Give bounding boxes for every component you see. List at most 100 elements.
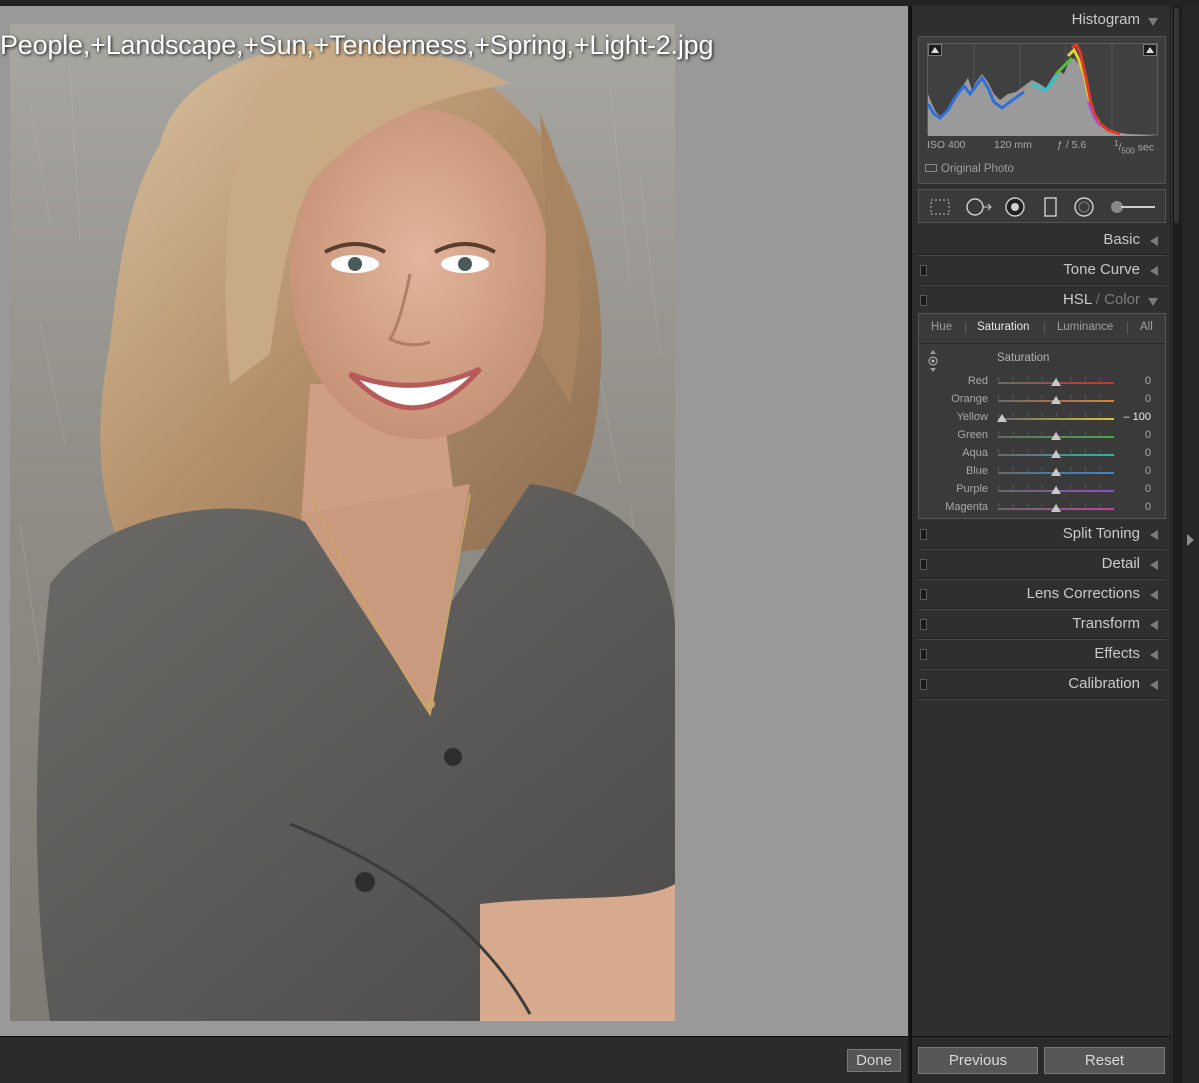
radial-filter-icon[interactable] bbox=[1073, 197, 1095, 217]
slider-value[interactable]: 0 bbox=[1145, 393, 1151, 405]
triangle-up-icon bbox=[1146, 47, 1154, 53]
panel-toggle-switch[interactable] bbox=[920, 529, 927, 540]
tone-curve-panel-header[interactable]: Tone Curve bbox=[918, 256, 1166, 286]
slider-value[interactable]: 0 bbox=[1145, 429, 1151, 441]
crop-overlay-icon[interactable] bbox=[929, 197, 951, 217]
slider-thumb[interactable] bbox=[1051, 432, 1061, 440]
expand-arrow-icon[interactable] bbox=[1150, 590, 1158, 600]
checkbox-icon[interactable] bbox=[925, 164, 937, 172]
slider-thumb[interactable] bbox=[1051, 486, 1061, 494]
right-panel-edge[interactable] bbox=[1182, 6, 1199, 1083]
done-button[interactable]: Done bbox=[847, 1049, 901, 1072]
transform-panel-header[interactable]: Transform bbox=[918, 610, 1166, 640]
tab-separator bbox=[1044, 322, 1045, 334]
histogram-title: Histogram bbox=[1071, 11, 1140, 28]
transform-panel-title: Transform bbox=[1072, 615, 1140, 632]
slider-green[interactable]: Green 0 bbox=[919, 428, 1165, 446]
slider-label: Red bbox=[967, 375, 988, 387]
slider-blue[interactable]: Blue 0 bbox=[919, 464, 1165, 482]
slider-thumb[interactable] bbox=[1051, 396, 1061, 404]
slider-label: Magenta bbox=[945, 501, 988, 513]
slider-track[interactable] bbox=[998, 418, 1114, 420]
slider-magenta[interactable]: Magenta 0 bbox=[919, 500, 1165, 518]
slider-ticks bbox=[998, 413, 1114, 417]
slider-red[interactable]: Red 0 bbox=[919, 374, 1165, 392]
expand-arrow-icon[interactable] bbox=[1150, 620, 1158, 630]
calibration-panel-header[interactable]: Calibration bbox=[918, 670, 1166, 700]
panel-toggle-switch[interactable] bbox=[920, 679, 927, 690]
slider-value[interactable]: 0 bbox=[1145, 465, 1151, 477]
highlight-clipping-toggle[interactable] bbox=[1143, 44, 1157, 56]
histogram-graph bbox=[926, 41, 1159, 136]
original-photo-label: Original Photo bbox=[941, 163, 1014, 175]
tab-luminance[interactable]: Luminance bbox=[1057, 321, 1113, 333]
slider-orange[interactable]: Orange 0 bbox=[919, 392, 1165, 410]
panel-toggle-switch[interactable] bbox=[920, 619, 927, 630]
tab-hue[interactable]: Hue bbox=[931, 321, 952, 333]
histogram-plot[interactable] bbox=[926, 41, 1159, 136]
slider-value[interactable]: 0 bbox=[1145, 501, 1151, 513]
slider-value[interactable]: 0 bbox=[1145, 447, 1151, 459]
panel-toggle-switch[interactable] bbox=[920, 649, 927, 660]
expand-arrow-icon[interactable] bbox=[1150, 650, 1158, 660]
triangle-up-icon bbox=[931, 47, 939, 53]
tab-separator bbox=[965, 322, 966, 334]
detail-panel-title: Detail bbox=[1101, 555, 1140, 572]
collapse-arrow-icon[interactable] bbox=[1148, 18, 1158, 26]
detail-panel-header[interactable]: Detail bbox=[918, 550, 1166, 580]
red-eye-icon[interactable] bbox=[1004, 197, 1026, 217]
previous-button[interactable]: Previous bbox=[918, 1047, 1038, 1074]
panel-toggle-switch[interactable] bbox=[920, 265, 927, 276]
panel-toggle-switch[interactable] bbox=[920, 559, 927, 570]
scrollbar-thumb[interactable] bbox=[1174, 8, 1179, 223]
effects-panel-title: Effects bbox=[1094, 645, 1140, 662]
collapse-arrow-icon[interactable] bbox=[1148, 298, 1158, 306]
hsl-panel-body: Hue Saturation Luminance All Saturation … bbox=[918, 313, 1166, 519]
exif-focal-length: 120 mm bbox=[994, 139, 1032, 151]
targeted-adjustment-tool-icon[interactable] bbox=[926, 350, 940, 372]
photo-preview[interactable] bbox=[10, 24, 675, 1021]
slider-yellow[interactable]: Yellow – 100 bbox=[919, 410, 1165, 428]
slider-value[interactable]: 0 bbox=[1145, 483, 1151, 495]
expand-arrow-icon[interactable] bbox=[1150, 560, 1158, 570]
split-toning-panel-header[interactable]: Split Toning bbox=[918, 520, 1166, 550]
lens-corrections-panel-header[interactable]: Lens Corrections bbox=[918, 580, 1166, 610]
tab-all[interactable]: All bbox=[1140, 321, 1153, 333]
panel-scrollbar[interactable] bbox=[1171, 6, 1182, 1083]
canvas-toolbar: Done bbox=[0, 1036, 908, 1083]
slider-thumb[interactable] bbox=[1051, 378, 1061, 386]
histogram-header[interactable]: Histogram bbox=[918, 6, 1166, 36]
expand-arrow-icon[interactable] bbox=[1150, 266, 1158, 276]
slider-thumb[interactable] bbox=[1051, 504, 1061, 512]
calibration-panel-title: Calibration bbox=[1068, 675, 1140, 692]
panel-toggle-switch[interactable] bbox=[920, 295, 927, 306]
image-canvas[interactable]: People,+Landscape,+Sun,+Tenderness,+Spri… bbox=[0, 6, 908, 1036]
exif-info: ISO 400 120 mm ƒ / 5.6 1/500 sec bbox=[927, 139, 1159, 156]
reset-button[interactable]: Reset bbox=[1044, 1047, 1165, 1074]
slider-thumb[interactable] bbox=[1051, 450, 1061, 458]
expand-arrow-icon[interactable] bbox=[1150, 680, 1158, 690]
expand-arrow-icon[interactable] bbox=[1150, 530, 1158, 540]
shadow-clipping-toggle[interactable] bbox=[928, 44, 942, 56]
color-tab-link[interactable]: Color bbox=[1104, 291, 1140, 308]
graduated-filter-icon[interactable] bbox=[1040, 197, 1062, 217]
hsl-color-panel-header[interactable]: HSL / Color bbox=[918, 286, 1166, 316]
slider-value[interactable]: – 100 bbox=[1123, 411, 1151, 423]
original-photo-toggle[interactable]: Original Photo bbox=[925, 163, 1014, 175]
hsl-color-panel-title: HSL / Color bbox=[1063, 291, 1140, 308]
panel-expand-arrow-icon[interactable] bbox=[1187, 534, 1194, 546]
effects-panel-header[interactable]: Effects bbox=[918, 640, 1166, 670]
basic-panel-header[interactable]: Basic bbox=[918, 226, 1166, 256]
tab-saturation[interactable]: Saturation bbox=[977, 321, 1029, 333]
hsl-tab-link[interactable]: HSL bbox=[1063, 291, 1092, 308]
slider-value[interactable]: 0 bbox=[1145, 375, 1151, 387]
slider-purple[interactable]: Purple 0 bbox=[919, 482, 1165, 500]
spot-removal-icon[interactable] bbox=[965, 197, 995, 217]
panel-toggle-switch[interactable] bbox=[920, 589, 927, 600]
adjustment-brush-icon[interactable] bbox=[1109, 197, 1159, 217]
basic-panel-title: Basic bbox=[1103, 231, 1140, 248]
expand-arrow-icon[interactable] bbox=[1150, 236, 1158, 246]
slider-thumb[interactable] bbox=[997, 414, 1007, 422]
slider-aqua[interactable]: Aqua 0 bbox=[919, 446, 1165, 464]
slider-thumb[interactable] bbox=[1051, 468, 1061, 476]
